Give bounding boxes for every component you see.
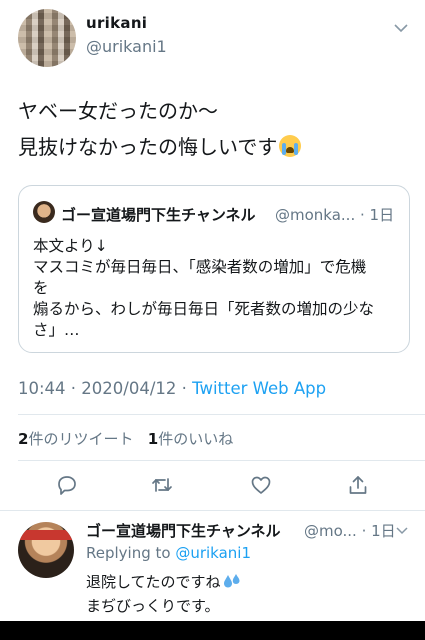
quote-avatar (33, 201, 55, 223)
divider (18, 460, 425, 461)
reply-author-meta: @mo... · 1日 (304, 522, 396, 540)
quote-body-line: 本文より↓ (33, 237, 108, 255)
like-label[interactable]: 件のいいね (158, 430, 233, 448)
tweet-text-line: 見抜けなかったの悔しいです (18, 129, 413, 165)
reply-icon[interactable] (55, 473, 79, 497)
quote-body-line: マスコミが毎日毎日、「感染者数の増加」で危機 (33, 258, 367, 276)
quote-author-meta: @monka... · 1日 (275, 206, 395, 224)
loudly-crying-face-icon (279, 135, 302, 157)
replying-to: Replying to @urikani1 (86, 544, 251, 562)
replying-to-mention[interactable]: @urikani1 (175, 544, 251, 562)
reply-text: 退院してたのですね まぢびっくりです。 (86, 570, 241, 618)
quote-author-name: ゴー宣道場門下生チャンネル (61, 206, 256, 224)
user-display-name[interactable]: urikani (86, 14, 147, 32)
quoted-tweet-card[interactable]: ゴー宣道場門下生チャンネル @monka... · 1日 本文より↓ マスコミが… (18, 185, 410, 353)
reply-text-line: まぢびっくりです。 (86, 597, 220, 615)
share-icon[interactable] (346, 473, 370, 497)
source-app-link[interactable]: Twitter Web App (192, 379, 326, 398)
user-handle[interactable]: @urikani1 (86, 37, 167, 56)
like-icon[interactable] (249, 473, 273, 497)
quote-body: 本文より↓ マスコミが毎日毎日、「感染者数の増加」で危機 を 煽るから、わしが毎… (33, 236, 403, 341)
reply-text-line-content: 退院してたのですね (86, 573, 221, 591)
engagement-stats: 2件のリツイート 1件のいいね (18, 428, 233, 449)
replying-to-prefix: Replying to (86, 544, 176, 562)
divider (18, 414, 425, 415)
tweet-text-line: ヤベー女だったのか〜 (18, 99, 218, 123)
sweat-droplets-icon (223, 574, 240, 588)
chevron-down-icon[interactable] (395, 526, 409, 536)
timestamp-text: 10:44 · 2020/04/12 · (18, 379, 193, 398)
retweet-label[interactable]: 件のリツイート (28, 430, 133, 448)
reply-text-line: 退院してたのですね (86, 570, 241, 594)
like-count[interactable]: 1 (148, 430, 158, 448)
tweet-timestamp: 10:44 · 2020/04/12 · Twitter Web App (18, 379, 326, 398)
tweet-text: ヤベー女だったのか〜 見抜けなかったの悔しいです (18, 93, 413, 165)
quote-body-line: 煽るから、わしが毎日毎日「死者数の増加の少な (33, 300, 375, 318)
reply-author-name[interactable]: ゴー宣道場門下生チャンネル (86, 520, 281, 541)
avatar[interactable] (18, 9, 76, 67)
quote-body-line: を (33, 279, 49, 297)
reply-avatar[interactable] (18, 522, 74, 578)
quote-body-line: さ」… (33, 321, 80, 339)
divider (0, 510, 425, 511)
chevron-down-icon[interactable] (393, 22, 409, 34)
bottom-bar (0, 621, 425, 640)
retweet-icon[interactable] (150, 473, 174, 497)
tweet-text-line-content: 見抜けなかったの悔しいです (18, 135, 278, 159)
retweet-count[interactable]: 2 (18, 430, 28, 448)
